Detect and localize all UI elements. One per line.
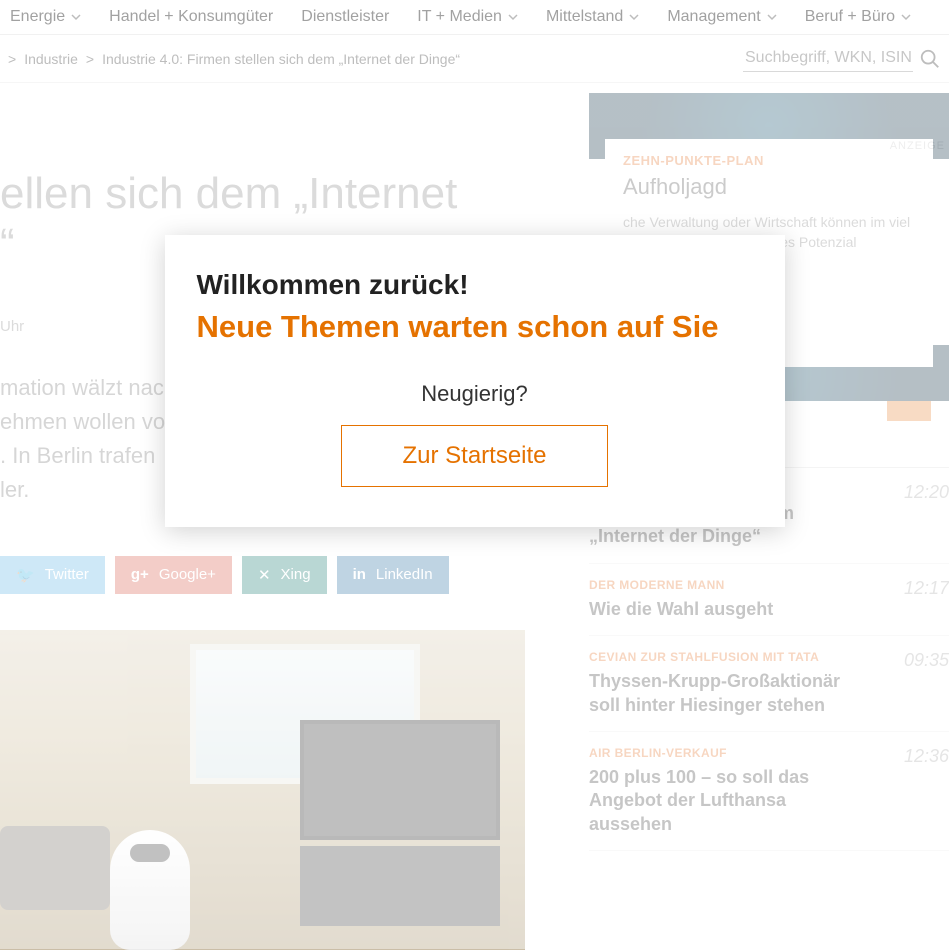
welcome-modal: Willkommen zurück! Neue Themen warten sc…	[165, 235, 785, 527]
modal-startseite-button[interactable]: Zur Startseite	[341, 425, 607, 487]
modal-subheading: Neue Themen warten schon auf Sie	[197, 309, 753, 345]
modal-heading: Willkommen zurück!	[197, 269, 753, 301]
modal-question: Neugierig?	[197, 381, 753, 407]
modal-overlay: Willkommen zurück! Neue Themen warten sc…	[0, 0, 949, 949]
